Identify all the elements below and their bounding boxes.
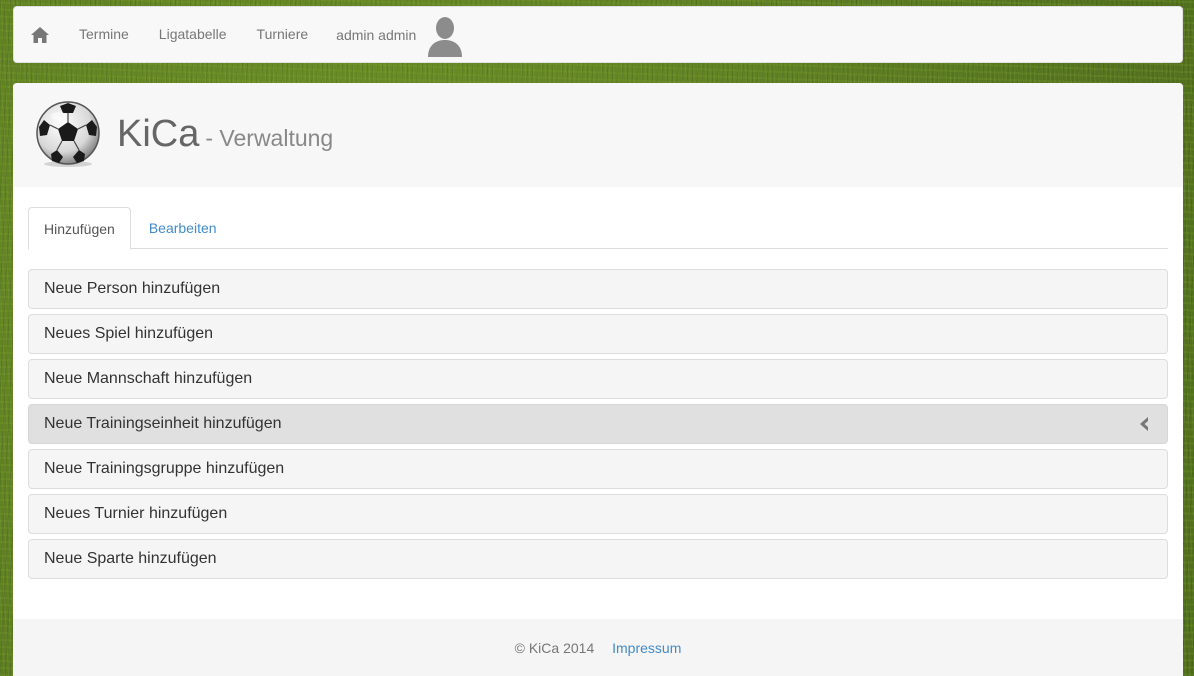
page-header: KiCa - Verwaltung (13, 83, 1183, 187)
app-name: KiCa (117, 113, 200, 155)
footer-copyright: © KiCa 2014 (514, 640, 595, 656)
list-item-neue-sparte[interactable]: Neue Sparte hinzufügen (28, 539, 1168, 579)
app-title: KiCa - Verwaltung (117, 113, 333, 156)
list-item-label: Neue Mannschaft hinzufügen (44, 370, 253, 387)
chevron-left-icon (1140, 417, 1148, 431)
tab-bar: Hinzufügen Bearbeiten (28, 207, 1168, 250)
list-item-label: Neue Trainingseinheit hinzufügen (44, 415, 282, 432)
list-item-neue-mannschaft[interactable]: Neue Mannschaft hinzufügen (28, 359, 1168, 399)
home-icon (31, 26, 49, 43)
tab-bearbeiten[interactable]: Bearbeiten (131, 207, 232, 249)
list-item-label: Neue Person hinzufügen (44, 280, 221, 297)
list-item-label: Neues Spiel hinzufügen (44, 325, 214, 342)
add-actions-list: Neue Person hinzufügen Neues Spiel hinzu… (28, 269, 1168, 584)
main-panel: KiCa - Verwaltung Hinzufügen Bearbeiten N… (13, 83, 1183, 676)
footer: © KiCa 2014 Impressum (13, 619, 1183, 676)
user-menu[interactable]: admin admin (323, 7, 464, 62)
impressum-link[interactable]: Impressum (612, 640, 681, 656)
user-name: admin admin (336, 26, 417, 43)
list-item-neue-trainingseinheit[interactable]: Neue Trainingseinheit hinzufügen (28, 404, 1168, 444)
soccer-ball-icon (36, 101, 100, 167)
nav-link-turniere[interactable]: Turniere (242, 7, 324, 62)
nav-link-ligatabelle[interactable]: Ligatabelle (144, 7, 242, 62)
list-item-neue-trainingsgruppe[interactable]: Neue Trainingsgruppe hinzufügen (28, 449, 1168, 489)
list-item-neues-spiel[interactable]: Neues Spiel hinzufügen (28, 314, 1168, 354)
app-subtitle: - Verwaltung (205, 125, 334, 151)
list-item-label: Neues Turnier hinzufügen (44, 505, 228, 522)
tab-hinzufuegen[interactable]: Hinzufügen (28, 207, 131, 250)
top-navbar: Termine Ligatabelle Turniere admin admin (13, 6, 1183, 63)
list-item-label: Neue Sparte hinzufügen (44, 550, 217, 567)
list-item-label: Neue Trainingsgruppe hinzufügen (44, 460, 285, 477)
list-item-neue-person[interactable]: Neue Person hinzufügen (28, 269, 1168, 309)
list-item-neues-turnier[interactable]: Neues Turnier hinzufügen (28, 494, 1168, 534)
home-button[interactable] (14, 7, 66, 62)
nav-link-termine[interactable]: Termine (66, 7, 144, 62)
user-avatar-icon (428, 16, 463, 57)
